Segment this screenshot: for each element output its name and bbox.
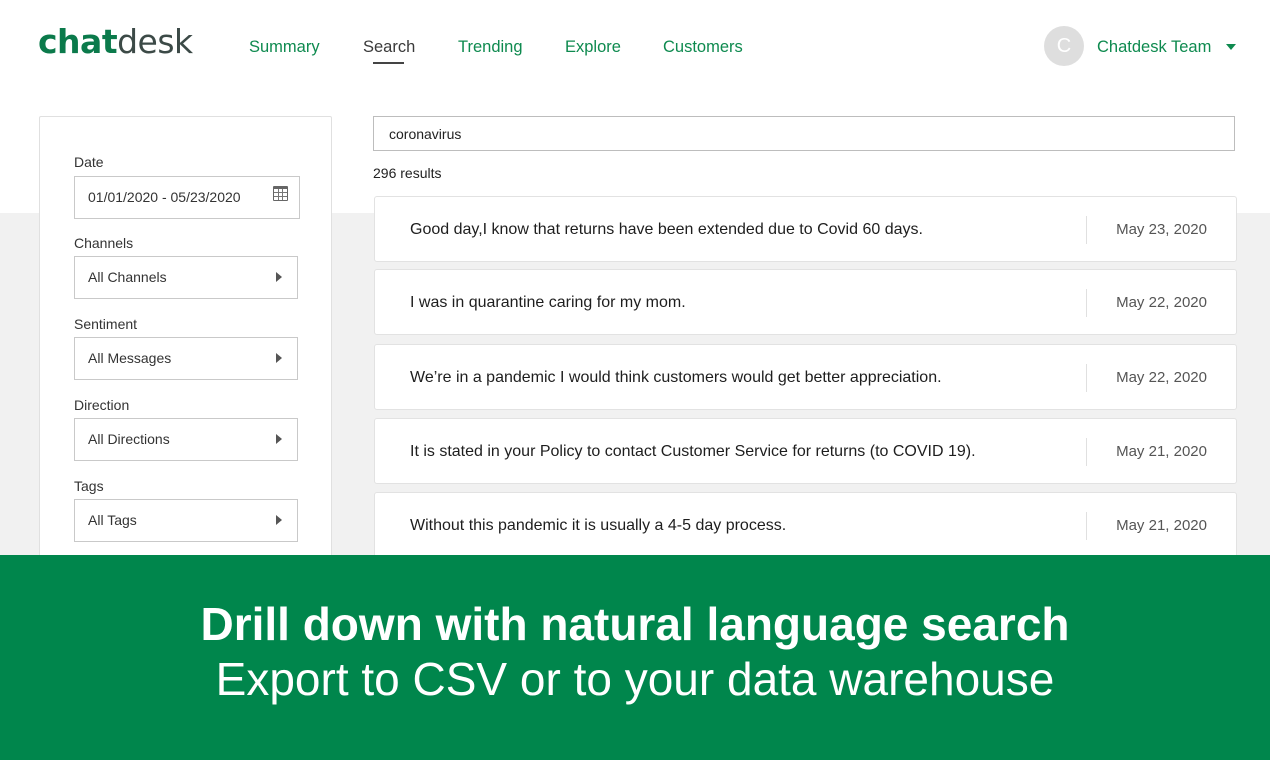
result-message: Good day,I know that returns have been e… [410,221,923,238]
logo-bold-part: chat [38,22,118,61]
chevron-right-icon [276,353,282,363]
result-row[interactable]: It is stated in your Policy to contact C… [374,418,1237,484]
logo-light-part: desk [117,22,193,61]
avatar[interactable]: C [1044,26,1084,66]
chatdesk-logo[interactable]: chatdesk [38,22,193,62]
sentiment-dropdown[interactable]: All Messages [74,337,298,380]
divider [1086,364,1087,392]
sentiment-filter-label: Sentiment [74,316,138,332]
result-date: May 23, 2020 [1116,221,1207,238]
channels-filter-label: Channels [74,235,134,251]
result-date: May 22, 2020 [1116,369,1207,386]
chevron-right-icon [276,434,282,444]
tags-filter-label: Tags [74,478,104,494]
nav-customers[interactable]: Customers [663,37,743,57]
result-message: We’re in a pandemic I would think custom… [410,369,942,386]
nav-explore[interactable]: Explore [565,37,621,57]
result-message: Without this pandemic it is usually a 4-… [410,517,787,534]
chevron-right-icon [276,515,282,525]
channels-value: All Channels [88,269,167,285]
active-nav-indicator [373,62,404,64]
result-date: May 21, 2020 [1116,517,1207,534]
divider [1086,216,1087,244]
divider [1086,438,1087,466]
search-input[interactable] [373,116,1235,151]
nav-trending[interactable]: Trending [458,37,523,57]
result-date: May 22, 2020 [1116,294,1207,311]
caret-down-icon[interactable] [1226,44,1236,50]
nav-search[interactable]: Search [363,37,415,57]
nav-summary[interactable]: Summary [249,37,320,57]
result-message: I was in quarantine caring for my mom. [410,294,686,311]
direction-dropdown[interactable]: All Directions [74,418,298,461]
result-row[interactable]: Good day,I know that returns have been e… [374,196,1237,262]
tags-dropdown[interactable]: All Tags [74,499,298,542]
divider [1086,512,1087,540]
promo-banner: Drill down with natural language search … [0,555,1270,760]
direction-filter-label: Direction [74,397,130,413]
results-count: 296 results [373,165,442,181]
result-message: It is stated in your Policy to contact C… [410,443,976,460]
sentiment-value: All Messages [88,350,172,366]
channels-dropdown[interactable]: All Channels [74,256,298,299]
team-name-menu[interactable]: Chatdesk Team [1097,37,1211,57]
date-range-value: 01/01/2020 - 05/23/2020 [88,189,241,205]
result-row[interactable]: Without this pandemic it is usually a 4-… [374,492,1237,558]
calendar-icon[interactable] [273,186,288,201]
date-filter-label: Date [74,154,104,170]
result-row[interactable]: I was in quarantine caring for my mom. M… [374,269,1237,335]
divider [1086,289,1087,317]
tags-value: All Tags [88,512,137,528]
chevron-right-icon [276,272,282,282]
result-row[interactable]: We’re in a pandemic I would think custom… [374,344,1237,410]
banner-title: Drill down with natural language search [200,598,1070,650]
result-date: May 21, 2020 [1116,443,1207,460]
date-range-picker[interactable]: 01/01/2020 - 05/23/2020 [74,176,300,219]
direction-value: All Directions [88,431,170,447]
banner-subtitle: Export to CSV or to your data warehouse [215,653,1055,705]
